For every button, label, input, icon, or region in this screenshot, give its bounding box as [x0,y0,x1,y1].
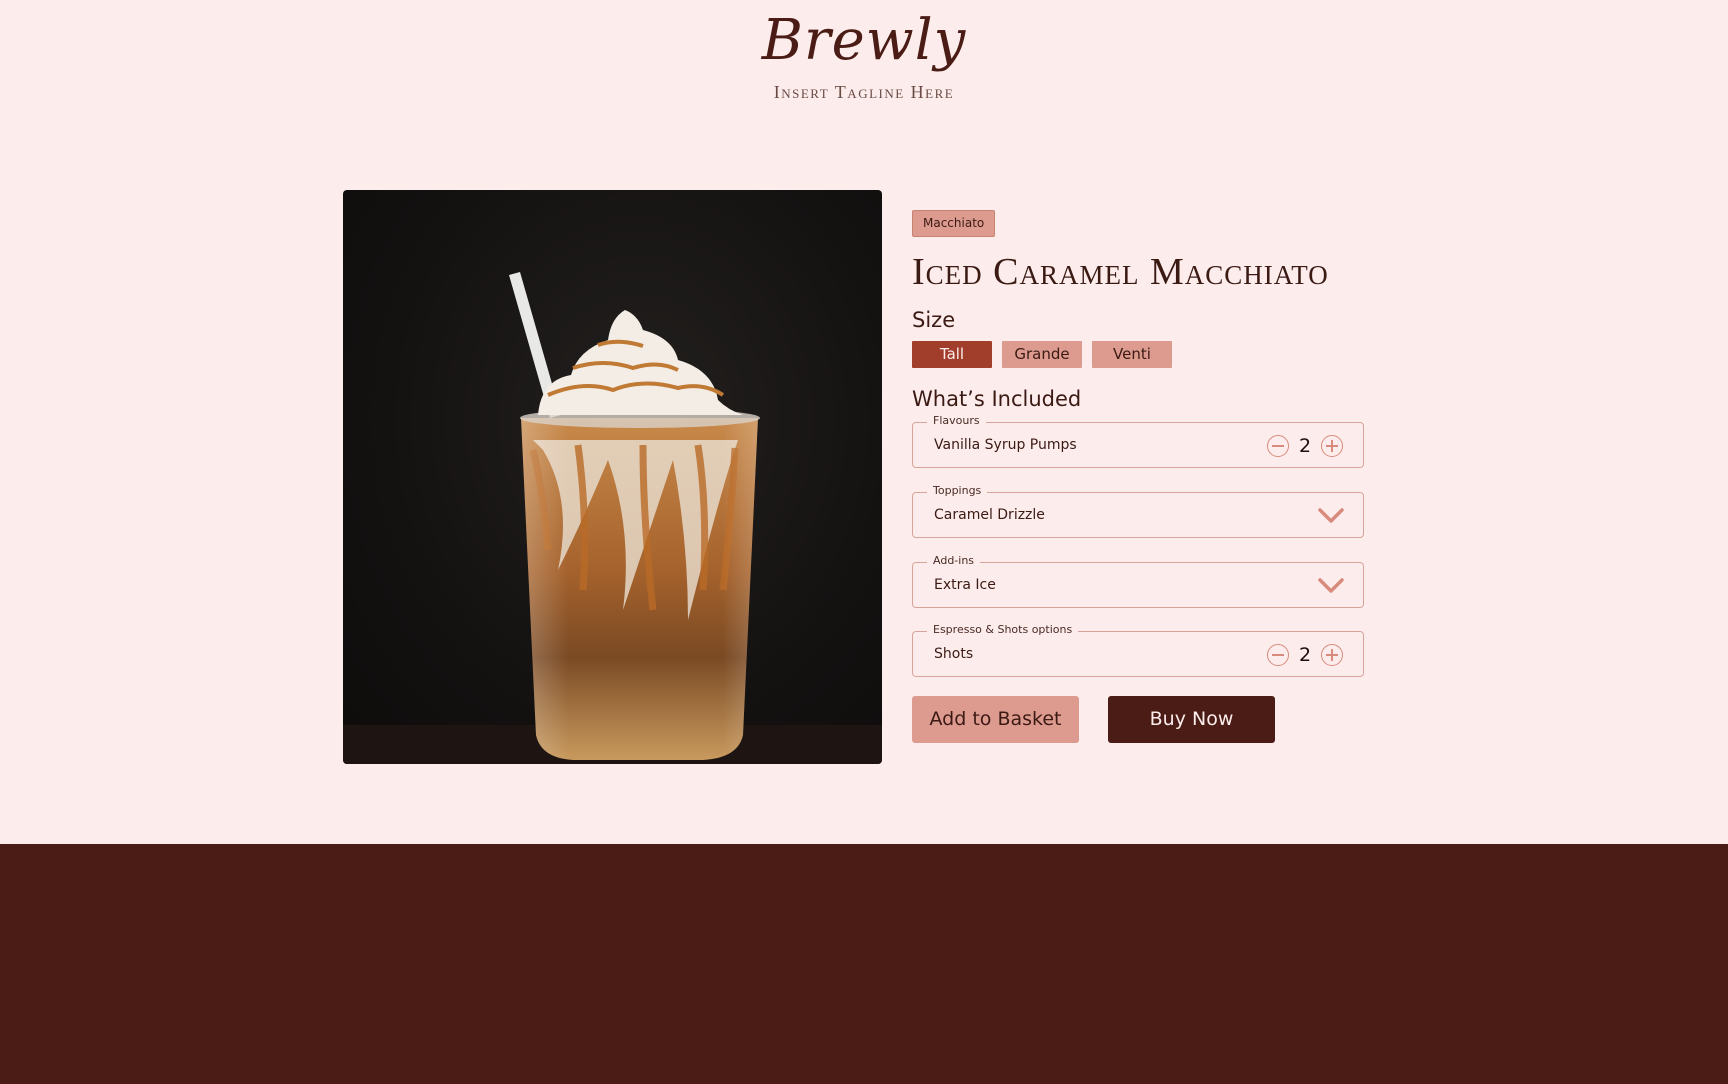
espresso-legend: Espresso & Shots options [927,623,1079,636]
plus-circle-icon[interactable] [1321,644,1343,666]
size-option-venti[interactable]: Venti [1092,341,1172,368]
flavours-legend: Flavours [927,414,986,427]
flavours-stepper: 2 [1267,434,1343,458]
flavours-count: 2 [1298,435,1312,457]
toppings-value: Caramel Drizzle [934,507,1045,523]
shots-count: 2 [1298,644,1312,666]
addins-select[interactable]: Add-ins Extra Ice [912,554,1364,608]
size-option-tall[interactable]: Tall [912,341,992,368]
product-image [343,190,882,764]
size-option-grande[interactable]: Grande [1002,341,1082,368]
espresso-value: Shots [934,646,974,662]
buy-now-button[interactable]: Buy Now [1108,696,1275,743]
flavours-field: Flavours Vanilla Syrup Pumps 2 [912,414,1364,468]
toppings-select[interactable]: Toppings Caramel Drizzle [912,484,1364,538]
addins-value: Extra Ice [934,577,996,593]
whats-included-label: What’s Included [912,387,1082,411]
minus-circle-icon[interactable] [1267,644,1289,666]
product-title: Iced Caramel Macchiato [912,251,1329,293]
site-footer [0,844,1728,1084]
flavours-value: Vanilla Syrup Pumps [934,437,1077,453]
chevron-down-icon[interactable] [1317,577,1345,595]
minus-circle-icon[interactable] [1267,435,1289,457]
shots-stepper: 2 [1267,643,1343,667]
addins-legend: Add-ins [927,554,981,567]
plus-circle-icon[interactable] [1321,435,1343,457]
category-tag[interactable]: Macchiato [912,210,996,237]
add-to-basket-button[interactable]: Add to Basket [912,696,1079,743]
toppings-legend: Toppings [927,484,988,497]
size-label: Size [912,308,956,332]
brand-tagline: Insert Tagline Here [773,82,955,102]
brand-logo[interactable]: Brewly [0,8,1728,73]
espresso-shots-field: Espresso & Shots options Shots 2 [912,623,1364,677]
chevron-down-icon[interactable] [1317,507,1345,525]
